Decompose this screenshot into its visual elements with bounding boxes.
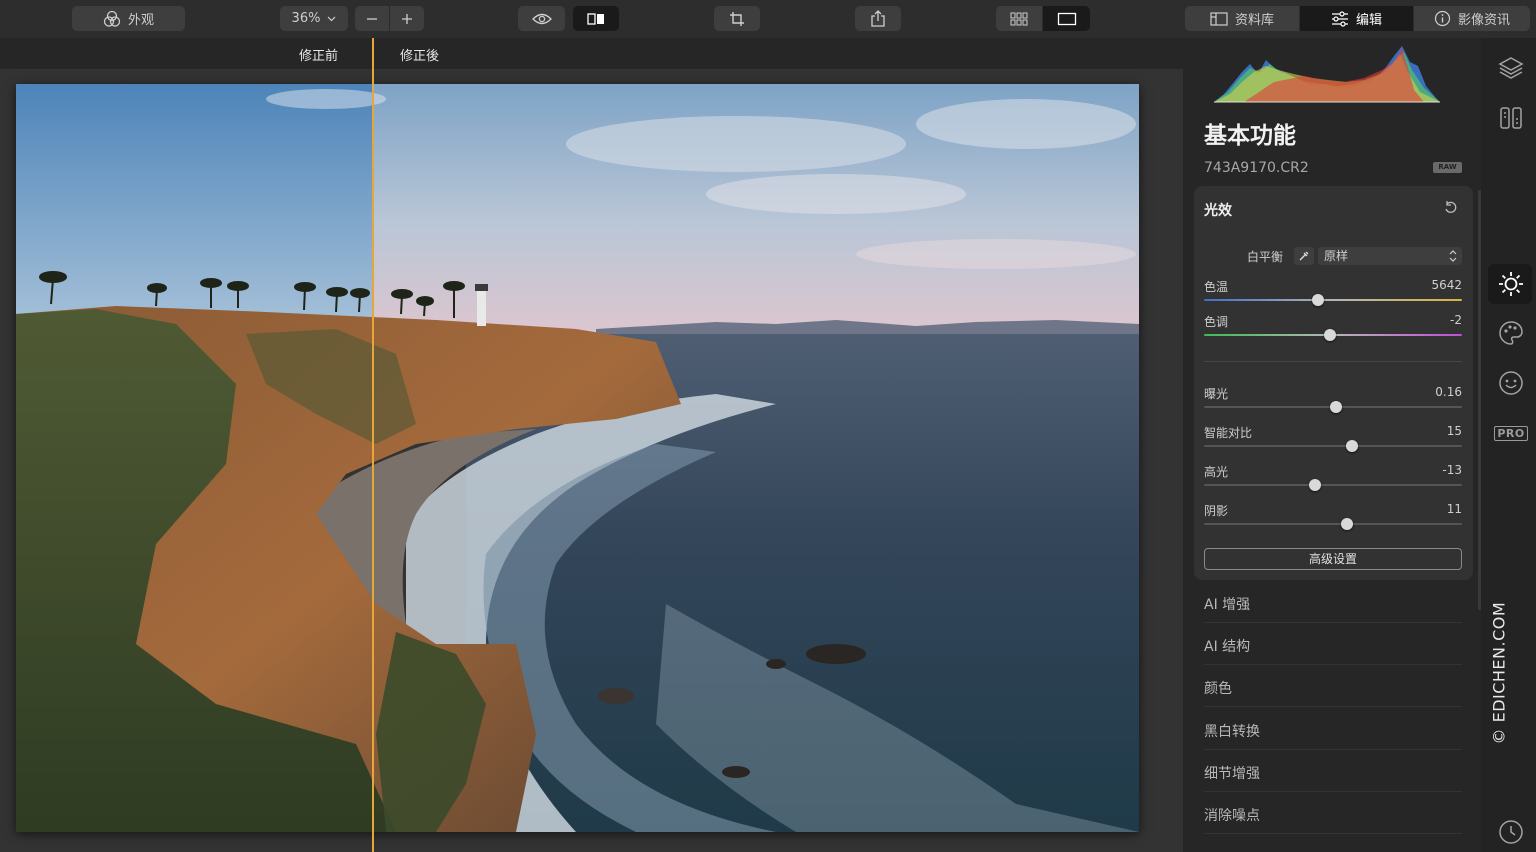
slider-track[interactable] xyxy=(1204,523,1462,525)
grid-icon xyxy=(1010,12,1028,25)
single-image-icon xyxy=(1057,12,1076,25)
tool-item[interactable]: 黑白转换 xyxy=(1204,721,1260,741)
slider-label: 色温 xyxy=(1204,280,1229,294)
eyedropper-icon xyxy=(1299,251,1309,261)
reset-icon[interactable] xyxy=(1443,200,1458,215)
light-section xyxy=(1194,186,1473,580)
crop-icon xyxy=(730,11,744,26)
chevron-updown-icon xyxy=(1449,250,1457,262)
slider-value[interactable]: 11 xyxy=(1447,502,1462,516)
raw-badge: RAW xyxy=(1433,162,1462,173)
tool-item[interactable]: AI 结构 xyxy=(1204,636,1250,656)
slider-label: 智能对比 xyxy=(1204,426,1253,440)
file-name: 743A9170.CR2 xyxy=(1204,160,1309,176)
tool-item[interactable]: 细节增强 xyxy=(1204,763,1260,783)
slider-thumb[interactable] xyxy=(1311,294,1324,306)
library-icon xyxy=(1210,11,1228,26)
appearance-button[interactable]: 外观 xyxy=(72,6,185,31)
pro-label: PRO xyxy=(1494,425,1528,441)
divider xyxy=(1204,706,1462,708)
after-label: 修正後 xyxy=(400,49,440,64)
split-compare-icon xyxy=(587,12,604,25)
divider xyxy=(1204,361,1462,362)
top-toolbar: 外观 36% 资料库 编辑 影像资讯 xyxy=(0,0,1536,38)
slider-thumb[interactable] xyxy=(1308,479,1321,491)
slider-track[interactable] xyxy=(1204,445,1462,447)
divider xyxy=(1204,622,1462,623)
compare-bar xyxy=(0,38,1183,69)
compare-split-handle[interactable] xyxy=(372,38,374,852)
single-view-button[interactable] xyxy=(1043,6,1090,31)
slider-track[interactable] xyxy=(1204,299,1462,301)
share-icon xyxy=(871,10,885,27)
slider-thumb[interactable] xyxy=(1329,401,1342,413)
slider-track[interactable] xyxy=(1204,484,1462,486)
edit-tab[interactable]: 编辑 xyxy=(1300,6,1413,31)
watermark: © EDICHEN.COM xyxy=(1489,601,1509,745)
photo-preview[interactable] xyxy=(16,84,1139,832)
slider-label: 阴影 xyxy=(1204,504,1229,518)
zoom-dropdown[interactable]: 36% xyxy=(280,6,348,31)
compare-split-button[interactable] xyxy=(573,6,619,31)
tool-item[interactable]: 颜色 xyxy=(1204,678,1232,698)
white-balance-value: 原样 xyxy=(1324,249,1349,263)
compare-panels-icon[interactable] xyxy=(1496,103,1526,133)
minus-icon xyxy=(367,17,377,20)
slider-label: 色调 xyxy=(1204,315,1229,329)
tool-item[interactable]: 消除噪点 xyxy=(1204,805,1260,825)
slider-label: 曝光 xyxy=(1204,387,1229,401)
sliders-icon xyxy=(1331,10,1348,27)
preview-button[interactable] xyxy=(518,6,565,31)
divider xyxy=(1204,833,1462,834)
panel-title: 基本功能 xyxy=(1204,123,1296,149)
tool-item[interactable]: AI 增强 xyxy=(1204,594,1250,614)
slider-label: 高光 xyxy=(1204,465,1229,479)
before-label: 修正前 xyxy=(299,49,339,64)
crop-button[interactable] xyxy=(714,6,760,31)
white-balance-select[interactable]: 原样 xyxy=(1318,247,1462,265)
appearance-icon xyxy=(103,10,121,27)
slider-value[interactable]: 5642 xyxy=(1431,278,1462,292)
history-clock-icon[interactable] xyxy=(1496,817,1526,847)
eyedropper-button[interactable] xyxy=(1294,247,1314,265)
layers-icon[interactable] xyxy=(1496,53,1526,83)
info-icon xyxy=(1434,10,1451,27)
histogram xyxy=(1214,46,1440,103)
smiley-icon[interactable] xyxy=(1496,368,1526,398)
library-label: 资料库 xyxy=(1234,13,1274,28)
slider-value[interactable]: -13 xyxy=(1442,463,1462,477)
palette-icon[interactable] xyxy=(1496,318,1526,348)
grid-view-button[interactable] xyxy=(996,6,1042,31)
slider-value[interactable]: -2 xyxy=(1450,313,1462,327)
light-section-title[interactable]: 光效 xyxy=(1204,200,1232,220)
divider xyxy=(1204,748,1462,750)
edit-label: 编辑 xyxy=(1355,13,1382,28)
divider xyxy=(1204,664,1462,666)
zoom-in-button[interactable] xyxy=(390,6,424,31)
zoom-value: 36% xyxy=(291,11,321,26)
zoom-out-button[interactable] xyxy=(355,6,389,31)
slider-value[interactable]: 15 xyxy=(1447,424,1462,438)
image-info-tab[interactable]: 影像资讯 xyxy=(1414,6,1530,31)
pro-icon[interactable]: PRO xyxy=(1494,418,1528,448)
advanced-settings-button[interactable]: 高级设置 xyxy=(1204,548,1462,570)
divider xyxy=(1204,790,1462,792)
appearance-label: 外观 xyxy=(127,13,154,28)
slider-value[interactable]: 0.16 xyxy=(1435,385,1462,399)
sun-icon[interactable] xyxy=(1496,269,1526,299)
eye-icon xyxy=(531,13,552,24)
library-tab[interactable]: 资料库 xyxy=(1185,6,1299,31)
plus-icon xyxy=(402,13,412,24)
chevron-down-icon xyxy=(328,16,336,21)
image-info-label: 影像资讯 xyxy=(1457,13,1510,28)
white-balance-label: 白平衡 xyxy=(1247,250,1284,264)
share-button[interactable] xyxy=(855,6,901,31)
